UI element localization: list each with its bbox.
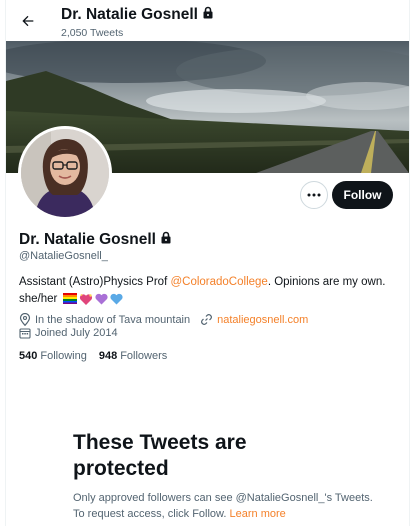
profile-display-name: Dr. Natalie Gosnell [19,231,172,249]
lock-icon [202,6,214,24]
profile-name-text: Dr. Natalie Gosnell [19,231,156,248]
protected-title: These Tweets are protected [73,430,373,482]
profile-location: In the shadow of Tava mountain [35,313,191,326]
protected-description: Only approved followers can see @Natalie… [73,490,373,522]
tweet-count: 2,050 Tweets [61,27,124,39]
profile-website-link[interactable]: nataliegosnell.com [217,314,308,326]
profile-bio: Assistant (Astro)Physics Prof @ColoradoC… [19,274,399,312]
profile-meta-row: In the shadow of Tava mountain nataliego… [19,313,308,326]
blue-heart-icon [109,293,123,312]
header-name: Dr. Natalie Gosnell [61,6,214,24]
link-icon [200,313,213,326]
followers-label: Followers [120,350,168,362]
purple-heart-icon [94,293,108,312]
sparkling-heart-icon [79,293,93,312]
calendar-icon [19,327,31,339]
rainbow-flag-icon [62,293,77,312]
profile-handle: @NatalieGosnell_ [19,250,108,262]
profile-column: Dr. Natalie Gosnell 2,050 Tweets Follow … [5,0,410,526]
profile-joined-date: Joined July 2014 [35,327,118,339]
follow-button[interactable]: Follow [332,181,393,209]
following-label: Following [40,350,87,362]
protected-lock-icon [160,231,172,249]
protected-title-line1: These Tweets are [73,431,247,454]
header-name-text: Dr. Natalie Gosnell [61,6,198,23]
protected-tweets-notice: These Tweets are protected Only approved… [73,430,373,522]
protected-body: Only approved followers can see @Natalie… [73,492,373,520]
avatar[interactable] [18,126,112,220]
following-link[interactable]: 540 Following [19,350,87,362]
followers-link[interactable]: 948 Followers [99,350,167,362]
follow-stats: 540 Following 948 Followers [19,350,167,362]
following-count: 540 [19,350,38,362]
bio-pronouns: she/her [19,293,58,305]
top-bar: Dr. Natalie Gosnell 2,050 Tweets [6,0,409,41]
protected-title-line2: protected [73,457,169,480]
bio-mention-link[interactable]: @ColoradoCollege [170,276,267,288]
back-arrow-icon[interactable] [17,10,39,32]
followers-count: 948 [98,350,118,362]
learn-more-link[interactable]: Learn more [230,508,286,520]
more-options-button[interactable] [300,181,328,209]
bio-emojis [62,293,123,312]
location-pin-icon [19,313,31,326]
more-dots-icon [307,193,321,197]
profile-joined-row: Joined July 2014 [19,327,118,339]
bio-text-2: . Opinions are my own. [267,276,386,288]
bio-text: Assistant (Astro)Physics Prof [19,276,171,288]
